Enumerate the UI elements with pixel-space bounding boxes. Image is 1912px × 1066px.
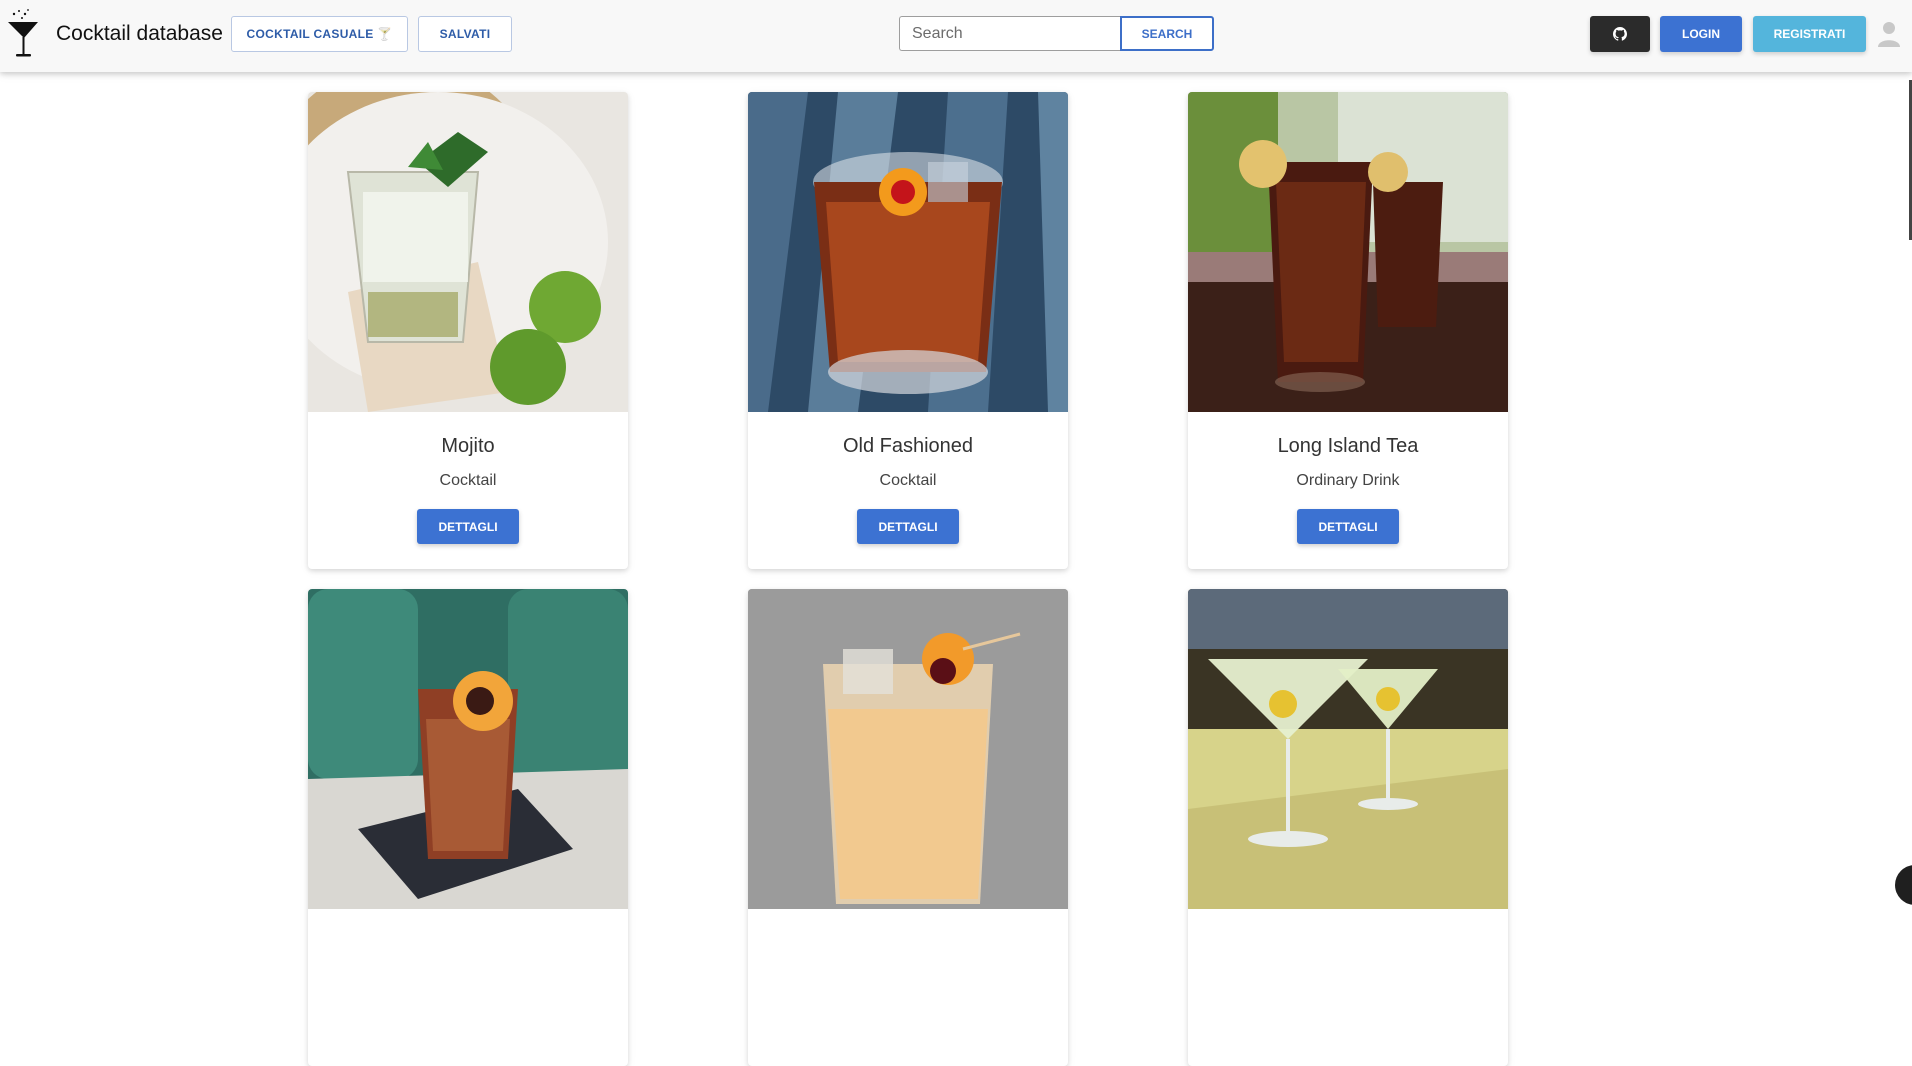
- scroll-to-top-button[interactable]: [1895, 865, 1912, 905]
- navbar: Cocktail database COCKTAIL CASUALE 🍸 SAL…: [0, 0, 1912, 72]
- user-avatar-icon[interactable]: [1877, 20, 1901, 48]
- register-button[interactable]: REGISTRATI: [1753, 16, 1866, 52]
- cocktail-card: [308, 589, 628, 1066]
- cocktail-name: Long Island Tea: [1277, 435, 1419, 457]
- cocktail-image: [748, 589, 1068, 909]
- login-button[interactable]: LOGIN: [1660, 16, 1742, 52]
- cocktail-category: Ordinary Drink: [1296, 472, 1400, 489]
- random-cocktail-button[interactable]: COCKTAIL CASUALE 🍸: [231, 16, 408, 52]
- cocktail-logo-icon[interactable]: [6, 8, 40, 60]
- details-button[interactable]: DETTAGLI: [417, 509, 519, 544]
- cocktail-category: Cocktail: [439, 472, 497, 489]
- cocktail-card: [1188, 589, 1508, 1066]
- cocktail-image: [308, 92, 628, 412]
- cocktail-name: Old Fashioned: [842, 435, 974, 457]
- details-button[interactable]: DETTAGLI: [857, 509, 959, 544]
- saved-button[interactable]: SALVATI: [418, 16, 512, 52]
- brand-title[interactable]: Cocktail database: [56, 22, 223, 46]
- github-icon: [1613, 27, 1627, 41]
- cocktail-image: [748, 92, 1068, 412]
- cocktail-card: Old Fashioned Cocktail DETTAGLI: [748, 92, 1068, 569]
- cocktail-card: Mojito Cocktail DETTAGLI: [308, 92, 628, 569]
- cocktail-card: Long Island Tea Ordinary Drink DETTAGLI: [1188, 92, 1508, 569]
- cocktail-image: [1188, 589, 1508, 909]
- search-button[interactable]: SEARCH: [1120, 16, 1214, 51]
- cocktail-name: Mojito: [441, 435, 495, 457]
- details-button[interactable]: DETTAGLI: [1297, 509, 1399, 544]
- search-input[interactable]: [899, 16, 1121, 51]
- cocktail-image: [1188, 92, 1508, 412]
- cocktail-image: [308, 589, 628, 909]
- cocktail-card: [748, 589, 1068, 1066]
- cocktail-category: Cocktail: [879, 472, 937, 489]
- github-button[interactable]: [1590, 16, 1650, 52]
